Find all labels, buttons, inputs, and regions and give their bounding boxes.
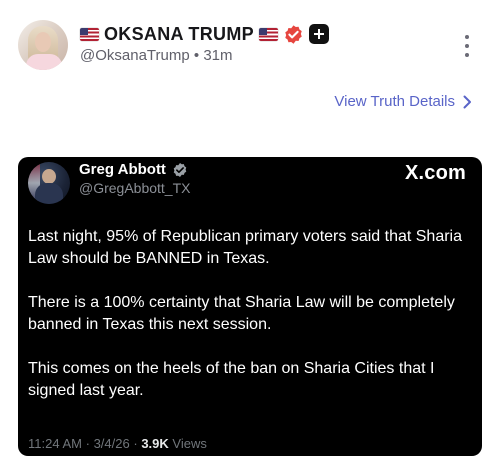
- embed-author-name[interactable]: Greg Abbott: [79, 161, 166, 178]
- embed-author-handle[interactable]: @GregAbbott_TX: [79, 180, 191, 196]
- embed-author-name-row: Greg Abbott: [79, 161, 188, 178]
- post-date: 3/4/26: [93, 436, 130, 451]
- post-time-ago[interactable]: 31m: [203, 47, 232, 64]
- more-options-icon[interactable]: [458, 32, 476, 60]
- embed-post-meta: 11:24 AM · 3/4/26 · 3.9K Views: [28, 436, 207, 451]
- avatar-clothing: [26, 54, 62, 70]
- embed-post-text: Last night, 95% of Republican primary vo…: [28, 226, 468, 424]
- author-avatar[interactable]: [18, 20, 68, 70]
- views-label: Views: [172, 436, 207, 451]
- meta-dot: ·: [85, 436, 90, 451]
- view-truth-details-label: View Truth Details: [334, 93, 455, 110]
- post-paragraph: There is a 100% certainty that Sharia La…: [28, 294, 455, 333]
- views-count: 3.9K: [141, 436, 169, 451]
- us-flag-icon: [258, 27, 278, 41]
- truth-post: OKSANA TRUMP @OksanaTrump • 31m View Tru…: [0, 0, 500, 473]
- chevron-right-icon: [463, 95, 471, 108]
- embed-author-avatar[interactable]: [28, 162, 70, 204]
- author-name-row: OKSANA TRUMP: [80, 22, 329, 46]
- author-handle-row: @OksanaTrump • 31m: [80, 47, 233, 64]
- author-handle[interactable]: @OksanaTrump: [80, 47, 190, 64]
- post-time: 11:24 AM: [28, 436, 82, 451]
- us-flag-icon: [80, 27, 99, 41]
- post-paragraph: This comes on the heels of the ban on Sh…: [28, 360, 435, 399]
- embedded-post-card[interactable]: Greg Abbott @GregAbbott_TX X.com Last ni…: [18, 157, 482, 456]
- view-truth-details-link[interactable]: View Truth Details: [334, 93, 472, 110]
- plus-icon: [308, 24, 329, 44]
- verified-icon: [285, 24, 302, 44]
- verified-icon: [173, 162, 187, 177]
- post-paragraph: Last night, 95% of Republican primary vo…: [28, 228, 463, 267]
- separator-dot: •: [193, 47, 200, 64]
- author-display-name[interactable]: OKSANA TRUMP: [104, 24, 254, 45]
- avatar-head: [42, 169, 56, 184]
- source-label[interactable]: X.com: [405, 162, 466, 185]
- meta-dot: ·: [133, 436, 138, 451]
- avatar-face: [35, 32, 51, 52]
- avatar-body: [35, 183, 63, 204]
